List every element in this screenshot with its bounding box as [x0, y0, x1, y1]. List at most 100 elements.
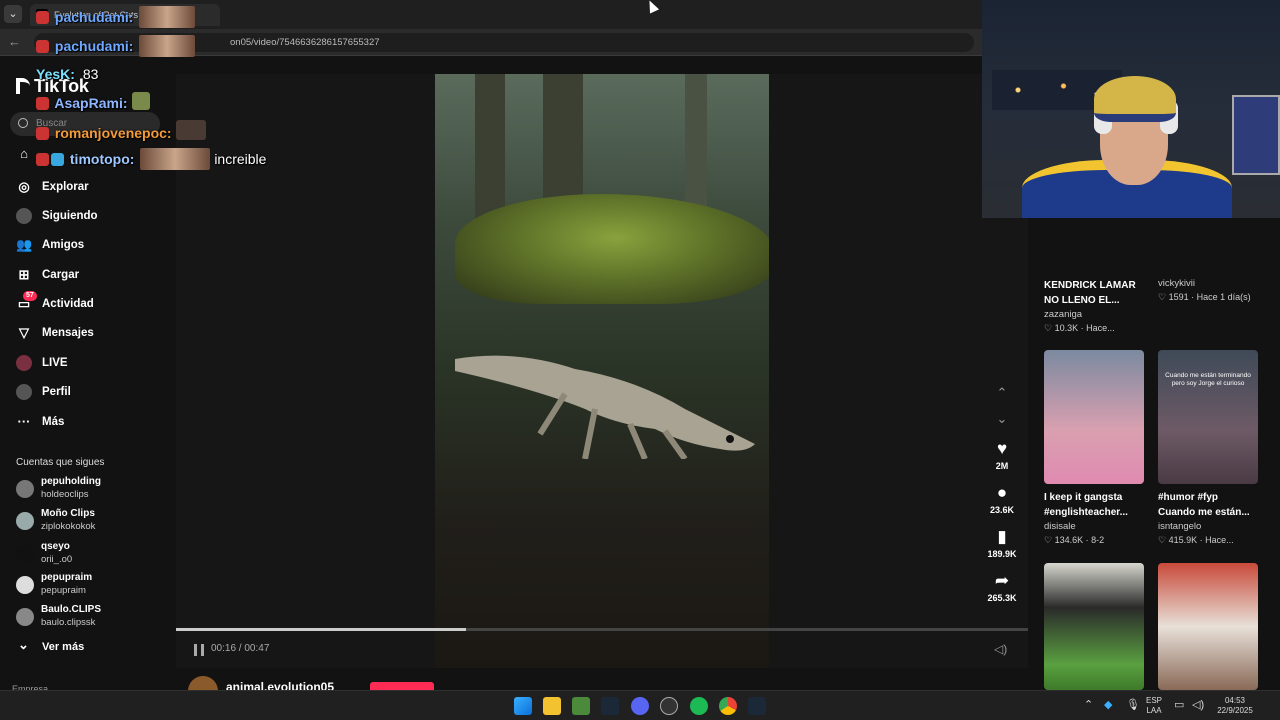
search-icon	[18, 118, 28, 128]
background-monitor	[1232, 95, 1280, 175]
emote-icon	[131, 92, 150, 110]
heart-outline-icon: ♡	[1158, 292, 1169, 302]
chat-badge-icon	[36, 97, 49, 110]
chat-badge-icon	[36, 40, 49, 53]
see-more-button[interactable]: Ver más	[16, 637, 84, 653]
thumbnail-caption: Cuando me están terminando pero soy Jorg…	[1165, 372, 1251, 387]
tab-search-button[interactable]: ⌄	[4, 5, 22, 23]
following-icon	[16, 208, 32, 224]
chevron-up-icon[interactable]: ⌃	[1084, 698, 1093, 711]
heart-outline-icon: ♡	[1044, 535, 1055, 545]
video-thumbnail	[1158, 563, 1258, 690]
nav-mas[interactable]: ··· Más	[14, 411, 164, 433]
friends-icon: 👥	[16, 237, 33, 252]
chat-badge-icon	[36, 127, 49, 140]
followed-account[interactable]: pepuholding holdeoclips	[16, 475, 166, 503]
windows-start-icon[interactable]	[514, 697, 532, 715]
windows-taskbar: ⌃ ◆ 🎙 ESP LAA ▭ ◁) 04:53 22/9/2025	[0, 690, 1280, 720]
speaker-icon[interactable]: ◁)	[1192, 698, 1204, 711]
nav-actividad[interactable]: ▭ 57 Actividad	[14, 291, 164, 315]
steam-icon[interactable]	[601, 697, 619, 715]
nav-amigos[interactable]: 👥 Amigos	[14, 234, 164, 256]
heart-outline-icon: ♡	[1158, 535, 1169, 545]
streamer-webcam	[982, 0, 1280, 218]
chat-badge-icon	[36, 11, 49, 24]
tree-trunk	[475, 74, 505, 224]
compass-icon: ◎	[18, 179, 30, 194]
emote-icon	[175, 120, 206, 140]
profile-icon	[16, 384, 32, 400]
chat-badge-icon	[51, 153, 64, 166]
emote-icon	[139, 35, 196, 57]
avatar	[16, 480, 34, 498]
moss-log	[455, 194, 769, 304]
followed-account[interactable]: Baulo.CLIPS baulo.clipssk	[16, 603, 166, 631]
nav-explorar[interactable]: ◎ Explorar	[14, 176, 164, 198]
like-button[interactable]: ♥ 2M	[980, 439, 1024, 471]
chat-message: AsapRami:	[36, 92, 152, 111]
video-progress-fill	[176, 628, 466, 631]
video-thumbnail	[1044, 563, 1144, 690]
heart-icon: ♥	[996, 439, 1008, 458]
avatar	[16, 545, 34, 563]
discord-icon[interactable]	[631, 697, 649, 715]
minecraft-icon[interactable]	[572, 697, 590, 715]
share-icon: ➦	[994, 571, 1010, 590]
video-thumbnail	[1044, 350, 1144, 484]
screen: ⌄ Evolution of Pet Cats ← on05/video/754…	[0, 0, 1280, 720]
video-player[interactable]: 00:16 / 00:47 ◁)	[176, 74, 1028, 668]
home-icon: ⌂	[20, 146, 28, 161]
emote-icon	[140, 148, 211, 170]
tiktok-note-icon	[16, 78, 30, 94]
chat-message: YesK: 83	[36, 66, 99, 82]
followed-account[interactable]: qseyo orii_.o0	[16, 540, 166, 568]
nav-live[interactable]: LIVE	[14, 352, 164, 374]
chevron-down-icon[interactable]: ⌄	[992, 411, 1012, 427]
chat-message: timotopo: increible	[36, 148, 266, 170]
bookmark-icon: ▮	[997, 527, 1007, 546]
clock[interactable]: 04:53 22/9/2025	[1212, 696, 1258, 716]
nav-cargar[interactable]: ⊞ Cargar	[14, 264, 164, 286]
followed-account[interactable]: Moño Clips ziplokokokok	[16, 507, 166, 535]
microphone-icon[interactable]: 🎙	[1126, 698, 1140, 711]
security-icon[interactable]: ◆	[1104, 698, 1112, 711]
share-button[interactable]: ➦ 265.3K	[980, 571, 1024, 603]
steam-icon[interactable]	[748, 697, 766, 715]
nav-perfil[interactable]: Perfil	[14, 381, 164, 403]
emote-icon	[139, 6, 196, 28]
followed-account[interactable]: pepupraim pepupraim	[16, 571, 166, 599]
heart-outline-icon: ♡	[1044, 323, 1055, 333]
spotify-icon[interactable]	[690, 697, 708, 715]
chat-message: pachudami:	[36, 6, 196, 28]
avatar	[16, 608, 34, 626]
live-icon	[16, 355, 32, 371]
activity-badge: 57	[23, 291, 37, 301]
chevron-up-icon[interactable]: ⌃	[992, 385, 1012, 401]
file-explorer-icon[interactable]	[543, 697, 561, 715]
following-section-title: Cuentas que sigues	[16, 457, 105, 468]
video-time: 00:16 / 00:47	[211, 643, 270, 654]
volume-icon[interactable]: ◁)	[994, 642, 1007, 656]
avatar	[16, 512, 34, 530]
chat-badge-icon	[36, 153, 49, 166]
video-progress-bar[interactable]	[176, 628, 1028, 631]
comment-icon: ●	[996, 483, 1008, 502]
pause-icon[interactable]	[194, 644, 204, 656]
nav-siguiendo[interactable]: Siguiendo	[14, 205, 164, 227]
chrome-icon[interactable]	[719, 697, 737, 715]
chat-message: pachudami:	[36, 35, 196, 57]
more-icon: ···	[17, 414, 31, 429]
author-strip: animal.evolution05	[176, 668, 1028, 706]
network-icon[interactable]: ▭	[1174, 698, 1184, 711]
bookmark-button[interactable]: ▮ 189.9K	[980, 527, 1024, 559]
obs-icon[interactable]	[660, 697, 678, 715]
video-frame[interactable]	[435, 74, 769, 668]
nav-mensajes[interactable]: ▽ Mensajes	[14, 322, 164, 344]
lizard-illustration	[455, 355, 755, 459]
video-thumbnail: Cuando me están terminando pero soy Jorg…	[1158, 350, 1258, 484]
comment-button[interactable]: ● 23.6K	[980, 483, 1024, 515]
upload-icon: ⊞	[18, 267, 30, 282]
chat-message: romanjovenepoc:	[36, 120, 208, 141]
language-indicator[interactable]: ESP LAA	[1146, 696, 1162, 716]
back-arrow-icon[interactable]: ←	[8, 34, 24, 50]
